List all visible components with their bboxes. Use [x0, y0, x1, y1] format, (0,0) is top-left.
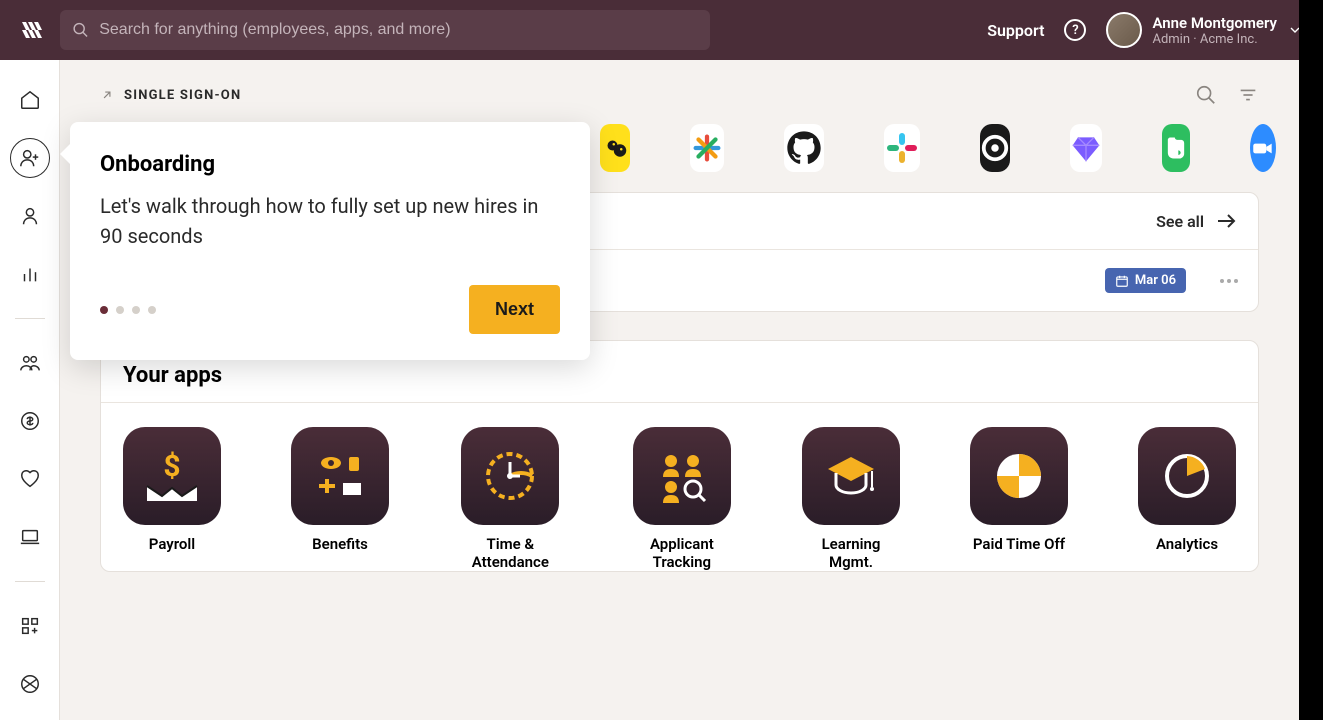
next-button[interactable]: Next [469, 285, 560, 334]
user-role: Admin · Acme Inc. [1152, 32, 1277, 47]
arrow-right-icon [1214, 209, 1238, 233]
sidebar-globe[interactable] [10, 664, 50, 704]
sidebar-heart[interactable] [10, 459, 50, 499]
user-menu[interactable]: Anne Montgomery Admin · Acme Inc. [1106, 12, 1303, 48]
sso-app-mailchimp[interactable] [600, 124, 630, 172]
time-icon [461, 427, 559, 525]
apps-grid: $ Payroll Benefits Time & Attendance [101, 427, 1258, 571]
sidebar-reports[interactable] [10, 254, 50, 294]
sso-app-github[interactable] [784, 124, 824, 172]
pto-icon [970, 427, 1068, 525]
see-all-label: See all [1156, 212, 1204, 231]
popover-title: Onboarding [100, 152, 560, 177]
user-name: Anne Montgomery [1152, 14, 1277, 32]
sidebar-divider [15, 581, 45, 582]
sidebar-money[interactable] [10, 401, 50, 441]
task-date-badge[interactable]: Mar 06 [1105, 268, 1186, 293]
popover-body: Let's walk through how to fully set up n… [100, 191, 560, 251]
sidebar-person[interactable] [10, 196, 50, 236]
app-tile-learning[interactable]: Learning Mgmt. [802, 427, 900, 571]
task-date-text: Mar 06 [1135, 273, 1176, 288]
app-tile-benefits[interactable]: Benefits [291, 427, 389, 571]
sidebar [0, 60, 60, 720]
app-label: Analytics [1156, 535, 1218, 553]
sidebar-divider [15, 318, 45, 319]
sso-app-evernote[interactable] [1162, 124, 1190, 172]
sso-app-slack[interactable] [884, 124, 920, 172]
sidebar-home[interactable] [10, 80, 50, 120]
sso-app-zoom[interactable] [1250, 124, 1276, 172]
popover-dot[interactable] [100, 306, 108, 314]
filter-icon[interactable] [1237, 84, 1259, 106]
popover-dot[interactable] [148, 306, 156, 314]
search-icon[interactable] [1195, 84, 1217, 106]
logo[interactable] [20, 18, 44, 42]
topbar: Support ? Anne Montgomery Admin · Acme I… [0, 0, 1323, 60]
applicant-icon [633, 427, 731, 525]
support-link[interactable]: Support [987, 21, 1044, 40]
sidebar-add-person[interactable] [10, 138, 50, 178]
sso-header: SINGLE SIGN-ON [100, 84, 1259, 106]
see-all-link[interactable]: See all [1156, 209, 1238, 233]
right-edge-strip [1299, 0, 1323, 720]
app-tile-pto[interactable]: Paid Time Off [970, 427, 1068, 571]
payroll-icon: $ [123, 427, 221, 525]
popover-dots [100, 306, 156, 314]
sso-label: SINGLE SIGN-ON [124, 88, 241, 103]
sidebar-people[interactable] [10, 343, 50, 383]
search-icon [72, 21, 89, 39]
benefits-icon [291, 427, 389, 525]
onboarding-popover: Onboarding Let's walk through how to ful… [70, 122, 590, 360]
task-more-icon[interactable] [1220, 279, 1238, 283]
search-input[interactable] [99, 21, 698, 39]
app-tile-applicant[interactable]: Applicant Tracking [632, 427, 732, 571]
sso-app-asterisk[interactable] [690, 124, 724, 172]
app-tile-payroll[interactable]: $ Payroll [123, 427, 221, 571]
avatar [1106, 12, 1142, 48]
learning-icon [802, 427, 900, 525]
search-bar[interactable] [60, 10, 710, 50]
sso-app-observable[interactable] [980, 124, 1010, 172]
app-tile-analytics[interactable]: Analytics [1138, 427, 1236, 571]
help-icon[interactable]: ? [1064, 19, 1086, 41]
sidebar-laptop[interactable] [10, 517, 50, 557]
app-label: Payroll [149, 535, 195, 553]
app-tile-time[interactable]: Time & Attendance [459, 427, 562, 571]
external-link-icon [100, 88, 114, 102]
sso-app-gem[interactable] [1070, 124, 1102, 172]
apps-card: Your apps $ Payroll Benefits Time & Atte… [100, 340, 1259, 572]
app-label: Benefits [312, 535, 368, 553]
app-label: Paid Time Off [973, 535, 1065, 553]
analytics-icon [1138, 427, 1236, 525]
calendar-icon [1115, 274, 1129, 288]
svg-text:$: $ [163, 449, 180, 484]
app-label: Learning Mgmt. [802, 535, 900, 571]
app-label: Applicant Tracking [632, 535, 732, 571]
popover-dot[interactable] [132, 306, 140, 314]
app-label: Time & Attendance [459, 535, 562, 571]
sidebar-apps[interactable] [10, 606, 50, 646]
popover-dot[interactable] [116, 306, 124, 314]
